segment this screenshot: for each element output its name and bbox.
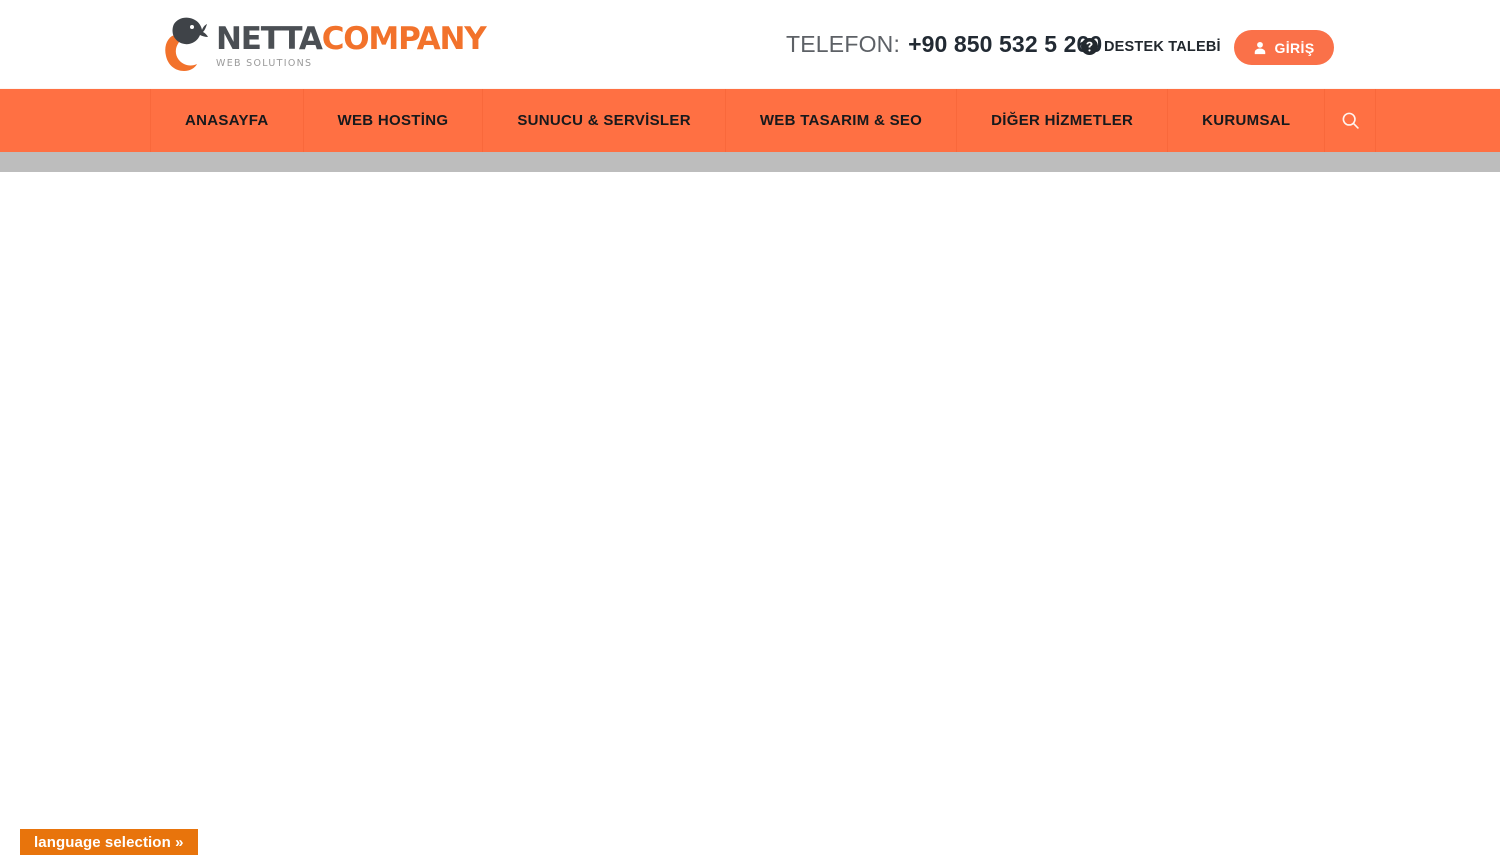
language-selection-button[interactable]: language selection » <box>20 829 198 855</box>
phone-label: TELEFON: <box>786 31 901 57</box>
main-content-area <box>0 172 1500 855</box>
search-magnifier-icon <box>1342 112 1359 129</box>
logo-wordmark: NETTACOMPANY WEB SOLUTIONS <box>216 20 487 69</box>
nav-item-list: ANASAYFA WEB HOSTİNG SUNUCU & SERVİSLER … <box>150 89 1377 152</box>
support-request-link[interactable]: DESTEK TALEBİ <box>1081 38 1221 55</box>
question-mark-circle-icon <box>1081 38 1098 55</box>
nav-search-button[interactable] <box>1324 89 1377 152</box>
gray-divider-strip <box>0 152 1500 172</box>
logo-tagline: WEB SOLUTIONS <box>216 57 313 69</box>
main-navigation: ANASAYFA WEB HOSTİNG SUNUCU & SERVİSLER … <box>0 89 1500 152</box>
site-logo[interactable]: NETTACOMPANY WEB SOLUTIONS <box>164 14 487 76</box>
nav-item-diger-hizmetler[interactable]: DİĞER HİZMETLER <box>956 89 1167 152</box>
phone-block: TELEFON: +90 850 532 5 260 <box>786 31 1102 58</box>
nav-item-web-hosting[interactable]: WEB HOSTİNG <box>302 89 483 152</box>
nav-left-spacer <box>0 89 150 152</box>
nav-item-kurumsal[interactable]: KURUMSAL <box>1167 89 1324 152</box>
login-button[interactable]: GİRİŞ <box>1234 30 1334 65</box>
nav-item-web-tasarim-seo[interactable]: WEB TASARIM & SEO <box>724 89 956 152</box>
logo-name-primary: NETTA <box>216 20 323 57</box>
phone-number[interactable]: +90 850 532 5 260 <box>908 31 1102 58</box>
logo-words: NETTACOMPANY <box>216 20 487 57</box>
logo-name-secondary: COMPANY <box>321 20 487 57</box>
nav-right-spacer <box>1376 89 1500 152</box>
nav-item-anasayfa[interactable]: ANASAYFA <box>150 89 303 152</box>
user-person-icon <box>1255 41 1266 54</box>
nav-item-sunucu-servisler[interactable]: SUNUCU & SERVİSLER <box>482 89 724 152</box>
login-button-label: GİRİŞ <box>1274 39 1315 56</box>
support-request-label: DESTEK TALEBİ <box>1104 38 1221 55</box>
page-root: NETTACOMPANY WEB SOLUTIONS TELEFON: +90 … <box>0 0 1500 855</box>
netta-bird-logo-icon <box>165 17 208 71</box>
top-header: NETTACOMPANY WEB SOLUTIONS TELEFON: +90 … <box>0 0 1500 89</box>
